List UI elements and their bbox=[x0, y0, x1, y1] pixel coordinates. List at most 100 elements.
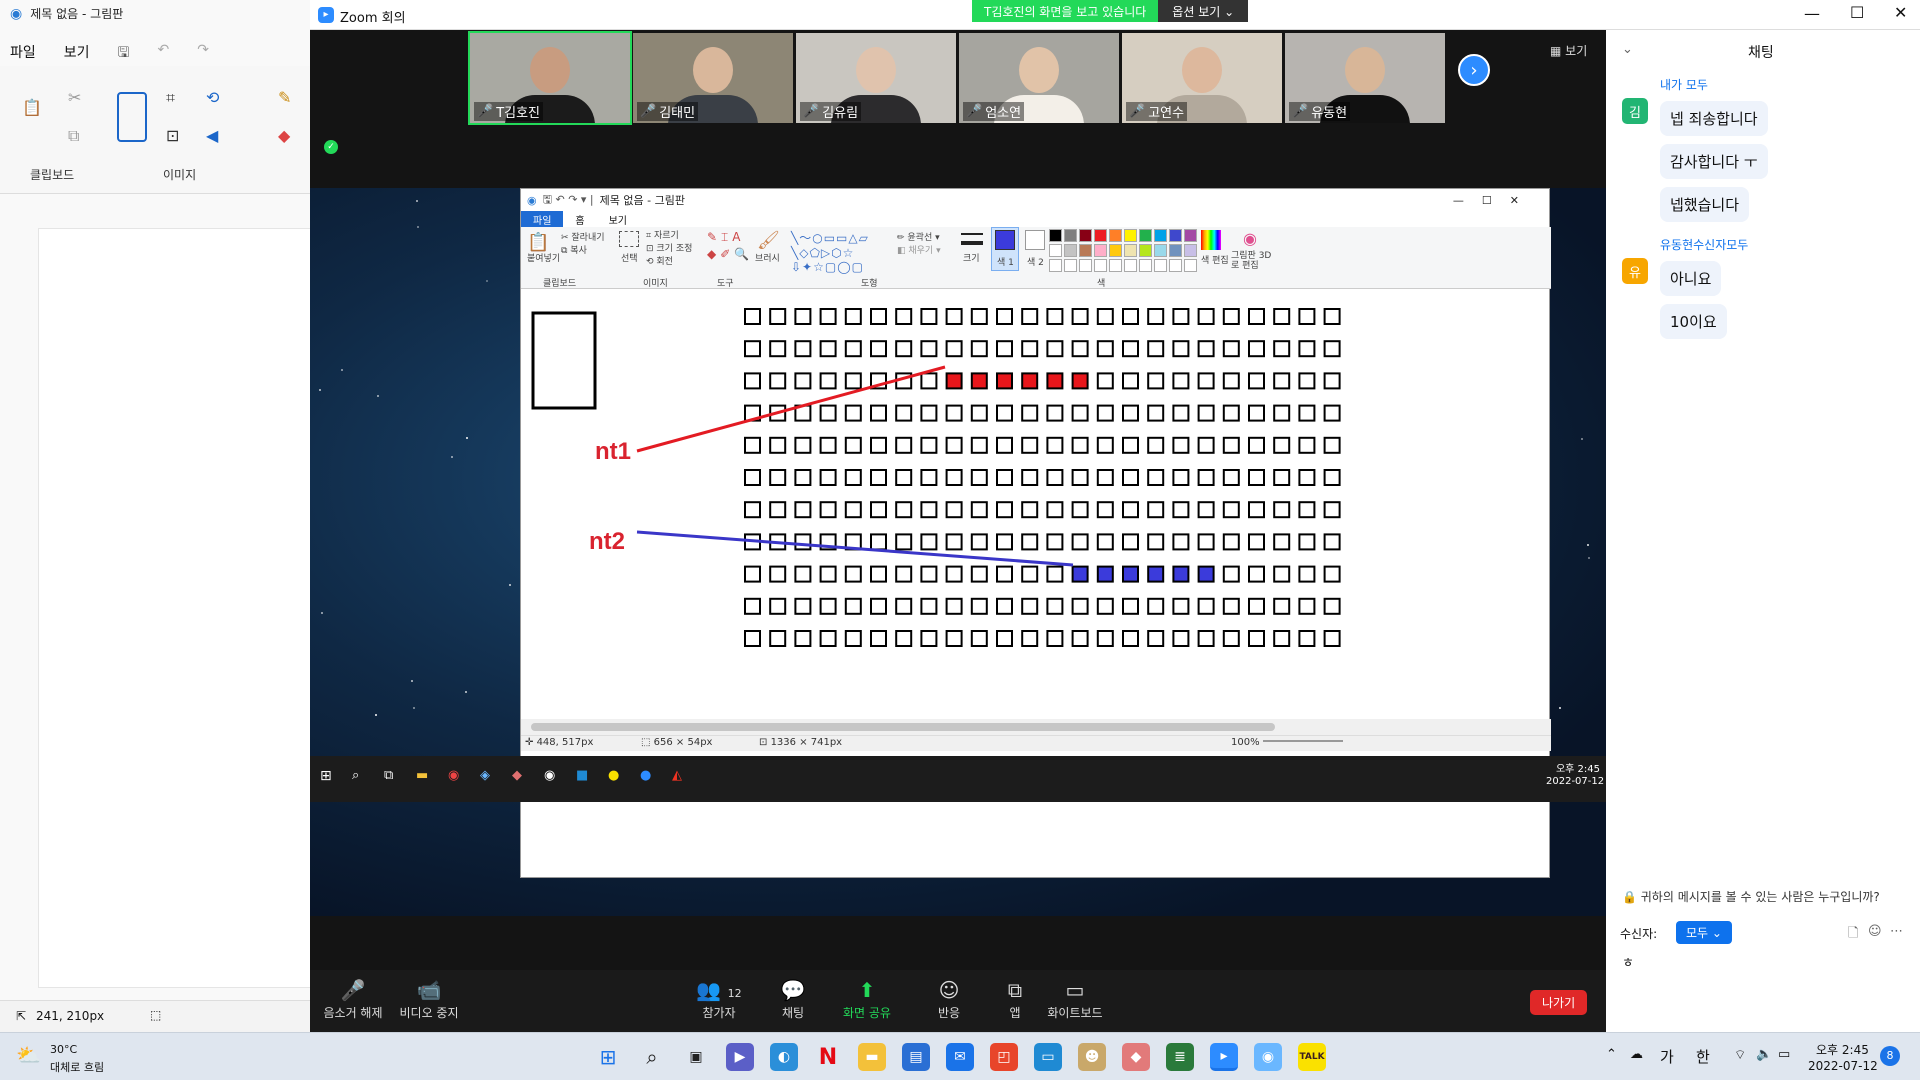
chat-button[interactable]: 💬 채팅 bbox=[760, 978, 826, 1021]
shared-paint-canvas[interactable]: nt1 nt2 bbox=[527, 295, 1543, 719]
tab-view[interactable]: 보기 bbox=[597, 211, 639, 227]
palette-swatch[interactable] bbox=[1169, 229, 1182, 242]
cut-icon[interactable]: ✂ bbox=[68, 88, 81, 107]
shapes-gallery[interactable]: ╲〜○▭▭△▱ ╲◇⬠▷⬡☆ ⇩✦☆▢◯▢ bbox=[791, 229, 869, 274]
brush-icon[interactable]: 🖌 bbox=[757, 230, 780, 251]
chat-message[interactable]: 감사합니다 ㅜ bbox=[1660, 144, 1768, 179]
volume-icon[interactable]: 🔈 bbox=[1756, 1047, 1772, 1062]
color2-swatch[interactable] bbox=[1025, 230, 1045, 250]
stop-video-button[interactable]: 📹 비디오 중지 bbox=[396, 978, 462, 1021]
quick-access-icon[interactable]: 🖫 ↶ ↷ ▾ | bbox=[543, 191, 594, 210]
palette-swatch[interactable] bbox=[1094, 244, 1107, 257]
chat-message[interactable]: 아니요 bbox=[1660, 261, 1722, 296]
rotate-button[interactable]: ⟲ 회전 bbox=[646, 254, 673, 267]
tray-chevron-icon[interactable]: ⌃ bbox=[1606, 1047, 1617, 1062]
wifi-icon[interactable]: ⌔ bbox=[1734, 1047, 1746, 1063]
close-icon[interactable]: ✕ bbox=[1894, 3, 1907, 22]
palette-swatch[interactable] bbox=[1064, 259, 1077, 272]
participants-button[interactable]: 👥 12 참가자 bbox=[664, 978, 774, 1021]
paint-taskbar-icon[interactable]: ◉ bbox=[544, 768, 555, 783]
palette-swatch[interactable] bbox=[1079, 244, 1092, 257]
explorer-icon[interactable]: ▬ bbox=[858, 1043, 886, 1071]
palette-swatch[interactable] bbox=[1154, 229, 1167, 242]
palette-swatch[interactable] bbox=[1169, 244, 1182, 257]
select-tool-icon[interactable] bbox=[117, 92, 147, 142]
window-controls-icon[interactable]: —☐✕ bbox=[1453, 194, 1537, 207]
participant-tile[interactable]: 🎤 김유림 bbox=[796, 33, 956, 123]
reactions-button[interactable]: ☺ 반응 bbox=[916, 978, 982, 1021]
zoom-taskbar-icon[interactable]: ● bbox=[640, 768, 651, 783]
size-icon[interactable] bbox=[961, 233, 983, 245]
edge-icon[interactable]: ◐ bbox=[770, 1043, 798, 1071]
kakaotalk-icon[interactable]: ● bbox=[608, 768, 619, 783]
rotate-icon[interactable]: ⟲ bbox=[206, 88, 219, 107]
undo-icon[interactable]: ↶ bbox=[157, 42, 169, 66]
copy-button[interactable]: ⧉ 복사 bbox=[561, 243, 587, 256]
paste-icon[interactable]: 📋 bbox=[527, 232, 549, 253]
participant-tile[interactable]: 🎤 고연수 bbox=[1122, 33, 1282, 123]
acrobat-icon[interactable]: ◭ bbox=[672, 768, 682, 783]
app-icon[interactable]: ◆ bbox=[1122, 1043, 1150, 1071]
ime-mode-2[interactable]: 한 bbox=[1696, 1046, 1710, 1067]
cut-button[interactable]: ✂ 잘라내기 bbox=[561, 230, 605, 243]
search-icon[interactable]: ⌕ bbox=[638, 1043, 666, 1071]
chat-message[interactable]: 넵했습니다 bbox=[1660, 187, 1750, 222]
unmute-button[interactable]: 🎤 음소거 해제 bbox=[320, 978, 386, 1021]
crop-icon[interactable]: ⌗ bbox=[166, 88, 175, 108]
explorer-icon[interactable]: ▬ bbox=[416, 768, 428, 783]
palette-swatch[interactable] bbox=[1064, 229, 1077, 242]
edit-colors-icon[interactable] bbox=[1201, 230, 1221, 250]
scroll-thumb[interactable] bbox=[531, 723, 1275, 731]
app-icon[interactable]: ◆ bbox=[512, 768, 522, 783]
netflix-icon[interactable]: N bbox=[814, 1043, 842, 1071]
file-icon[interactable]: 🗋 bbox=[1848, 924, 1858, 946]
resize-button[interactable]: ⊡ 크기 조정 bbox=[646, 241, 692, 254]
palette-swatch[interactable] bbox=[1109, 244, 1122, 257]
clock-date[interactable]: 2022-07-12 bbox=[1808, 1059, 1878, 1073]
palette-swatch[interactable] bbox=[1049, 259, 1062, 272]
maximize-icon[interactable]: ☐ bbox=[1850, 3, 1864, 22]
app-icon[interactable]: ■ bbox=[576, 768, 588, 783]
recipient-dropdown[interactable]: 모두 ⌄ bbox=[1676, 921, 1732, 944]
participant-tile[interactable]: 🎤 엄소연 bbox=[959, 33, 1119, 123]
app-icon[interactable]: ◈ bbox=[480, 768, 490, 783]
palette-swatch[interactable] bbox=[1049, 229, 1062, 242]
teams-icon[interactable]: ▶ bbox=[726, 1043, 754, 1071]
tools-icons[interactable]: ✎⌶A bbox=[707, 230, 744, 245]
palette-swatch[interactable] bbox=[1139, 259, 1152, 272]
resize-icon[interactable]: ⊡ bbox=[166, 126, 179, 145]
weather-icon[interactable]: ⛅ bbox=[16, 1043, 41, 1067]
palette-swatch[interactable] bbox=[1109, 259, 1122, 272]
view-button[interactable]: ▦ 보기 bbox=[1550, 42, 1587, 59]
menu-file[interactable]: 파일 bbox=[10, 42, 36, 66]
participant-tile[interactable]: 🎤 T김호진 bbox=[468, 31, 632, 125]
eraser-icon[interactable]: ◆ bbox=[278, 126, 290, 145]
app-icon[interactable]: ☻ bbox=[1078, 1043, 1106, 1071]
start-icon[interactable]: ⊞ bbox=[594, 1043, 622, 1071]
zoom-slider[interactable] bbox=[1263, 740, 1343, 742]
share-screen-button[interactable]: ⬆ 화면 공유 bbox=[834, 978, 900, 1021]
remote-desktop-icon[interactable]: ▭ bbox=[1034, 1043, 1062, 1071]
palette-swatch[interactable] bbox=[1109, 229, 1122, 242]
notification-badge[interactable]: 8 bbox=[1880, 1046, 1900, 1066]
palette-swatch[interactable] bbox=[1079, 229, 1092, 242]
collapse-chevron-icon[interactable]: ⌄ bbox=[1622, 42, 1633, 57]
participant-tile[interactable]: 🎤 유동현 bbox=[1285, 33, 1445, 123]
palette-swatch[interactable] bbox=[1184, 244, 1197, 257]
palette-swatch[interactable] bbox=[1079, 259, 1092, 272]
palette-swatch[interactable] bbox=[1124, 259, 1137, 272]
battery-icon[interactable]: ▭ bbox=[1778, 1047, 1790, 1062]
next-participants-icon[interactable]: › bbox=[1458, 54, 1490, 86]
select-icon[interactable] bbox=[619, 231, 639, 247]
windows-start-icon[interactable]: ⊞ bbox=[320, 768, 332, 784]
tab-home[interactable]: 홈 bbox=[563, 211, 596, 227]
palette-swatch[interactable] bbox=[1094, 259, 1107, 272]
palette-swatch[interactable] bbox=[1154, 244, 1167, 257]
palette-swatch[interactable] bbox=[1169, 259, 1182, 272]
palette-swatch[interactable] bbox=[1124, 229, 1137, 242]
color-palette[interactable] bbox=[1049, 229, 1197, 272]
palette-swatch[interactable] bbox=[1184, 259, 1197, 272]
onedrive-icon[interactable]: ☁ bbox=[1630, 1047, 1643, 1062]
emoji-icon[interactable]: ☺ bbox=[1868, 924, 1882, 939]
copy-icon[interactable]: ⧉ bbox=[68, 126, 79, 146]
